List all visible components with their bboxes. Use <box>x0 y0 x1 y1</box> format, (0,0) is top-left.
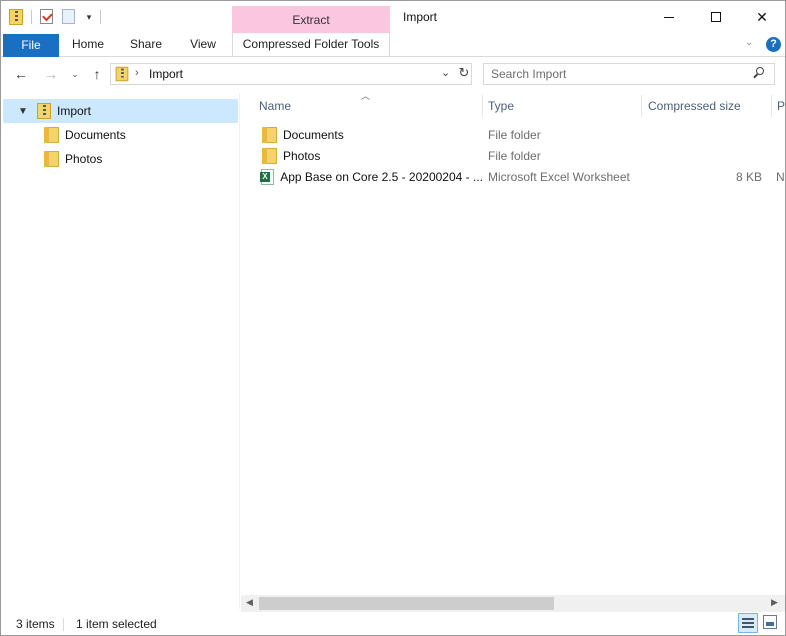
properties-icon[interactable] <box>40 9 56 25</box>
folder-icon <box>44 151 59 167</box>
search-icon[interactable] <box>752 67 766 81</box>
large-icons-view-icon[interactable] <box>763 615 777 629</box>
quick-access-toolbar: ▾ <box>9 7 109 27</box>
status-item-count: 3 items <box>16 617 55 631</box>
address-bar[interactable]: › Import ⌄ ↻ <box>110 63 472 85</box>
tab-file[interactable]: File <box>3 34 59 57</box>
file-row[interactable]: Documents File folder <box>257 124 785 145</box>
zip-folder-icon <box>115 66 129 82</box>
status-bar: 3 items 1 item selected <box>1 613 785 635</box>
status-selection: 1 item selected <box>76 617 157 631</box>
refresh-icon[interactable]: ↻ <box>457 65 471 83</box>
forward-button[interactable]: → <box>41 64 61 84</box>
window-title: Import <box>403 10 438 24</box>
tree-item-label: Documents <box>65 128 126 142</box>
tree-item-photos[interactable]: Photos <box>3 147 238 171</box>
minimize-button[interactable] <box>646 1 692 33</box>
tree-item-label: Photos <box>65 152 103 166</box>
maximize-icon <box>711 12 721 22</box>
file-name: App Base on Core 2.5 - 20200204 - ... <box>280 169 483 184</box>
folder-icon <box>44 127 59 143</box>
chevron-down-icon[interactable]: ▼ <box>15 106 31 117</box>
breadcrumb-import[interactable]: Import <box>149 67 183 81</box>
title-bar: ▾ Extract Import ✕ <box>1 1 785 34</box>
file-name: Photos <box>283 148 321 163</box>
column-header-compressed-size[interactable]: Compressed size <box>642 95 772 117</box>
tab-view[interactable]: View <box>179 33 227 56</box>
up-button[interactable]: ↑ <box>87 64 107 84</box>
tab-share[interactable]: Share <box>121 33 171 56</box>
zip-folder-icon <box>37 103 51 119</box>
file-name: Documents <box>283 127 344 142</box>
arrow-right-icon: → <box>44 66 58 82</box>
zip-folder-icon[interactable] <box>9 9 25 25</box>
explorer-window: ▾ Extract Import ✕ File Home Share View … <box>0 0 786 636</box>
address-history-chevron-icon[interactable]: ⌄ <box>441 66 450 79</box>
help-icon[interactable]: ? <box>766 37 781 52</box>
file-extra: N <box>776 169 785 184</box>
arrow-left-icon: ← <box>14 66 28 82</box>
back-button[interactable]: ← <box>11 64 31 84</box>
navigation-pane: ▼ Import Documents Photos <box>1 93 240 609</box>
file-size: 8 KB <box>735 169 762 184</box>
toolbar-separator <box>100 10 101 24</box>
tab-home[interactable]: Home <box>63 33 113 56</box>
new-folder-icon[interactable] <box>62 9 78 25</box>
file-type: File folder <box>488 148 541 163</box>
chevron-down-icon: ⌄ <box>71 68 79 79</box>
close-icon: ✕ <box>756 8 768 25</box>
arrow-up-icon: ↑ <box>93 66 101 82</box>
file-type: File folder <box>488 127 541 142</box>
excel-icon <box>259 168 275 185</box>
scroll-left-icon[interactable]: ◀ <box>246 597 253 608</box>
file-row[interactable]: Photos File folder <box>257 145 785 166</box>
contextual-tab-group-extract: Extract <box>232 6 390 34</box>
tree-item-documents[interactable]: Documents <box>3 123 238 147</box>
tree-item-label: Import <box>57 104 92 118</box>
expand-ribbon-chevron-icon[interactable]: ⌄ <box>745 37 753 48</box>
search-box[interactable] <box>483 63 775 85</box>
close-button[interactable]: ✕ <box>739 1 785 33</box>
minimize-icon <box>664 16 674 18</box>
column-header-name[interactable]: Name <box>253 95 483 117</box>
tree-item-import[interactable]: ▼ Import <box>3 99 238 123</box>
status-separator <box>63 618 64 631</box>
maximize-button[interactable] <box>693 1 739 33</box>
file-type: Microsoft Excel Worksheet <box>488 169 630 184</box>
breadcrumb-separator-icon[interactable]: › <box>135 67 139 79</box>
file-row[interactable]: App Base on Core 2.5 - 20200204 - ... Mi… <box>257 166 785 187</box>
search-input[interactable] <box>484 64 744 84</box>
ribbon-tab-bar: File Home Share View Compressed Folder T… <box>1 33 785 57</box>
scrollbar-thumb[interactable] <box>259 597 554 610</box>
recent-locations-button[interactable]: ⌄ <box>65 64 85 84</box>
column-header-type[interactable]: Type <box>482 95 642 117</box>
folder-icon <box>262 147 277 164</box>
details-view-icon[interactable] <box>738 613 758 633</box>
tab-compressed-folder-tools[interactable]: Compressed Folder Tools <box>232 33 390 56</box>
file-list: ︿ Name Type Compressed size P Documents … <box>241 89 785 609</box>
column-header-more[interactable]: P <box>771 95 786 117</box>
folder-icon <box>262 126 277 143</box>
horizontal-scrollbar[interactable]: ◀ ▶ <box>241 595 785 612</box>
scroll-right-icon[interactable]: ▶ <box>771 597 778 608</box>
toolbar-separator <box>31 10 32 24</box>
navigation-bar: ← → ⌄ ↑ › Import ⌄ ↻ <box>1 58 785 91</box>
customize-toolbar-chevron-icon[interactable]: ▾ <box>84 12 94 23</box>
